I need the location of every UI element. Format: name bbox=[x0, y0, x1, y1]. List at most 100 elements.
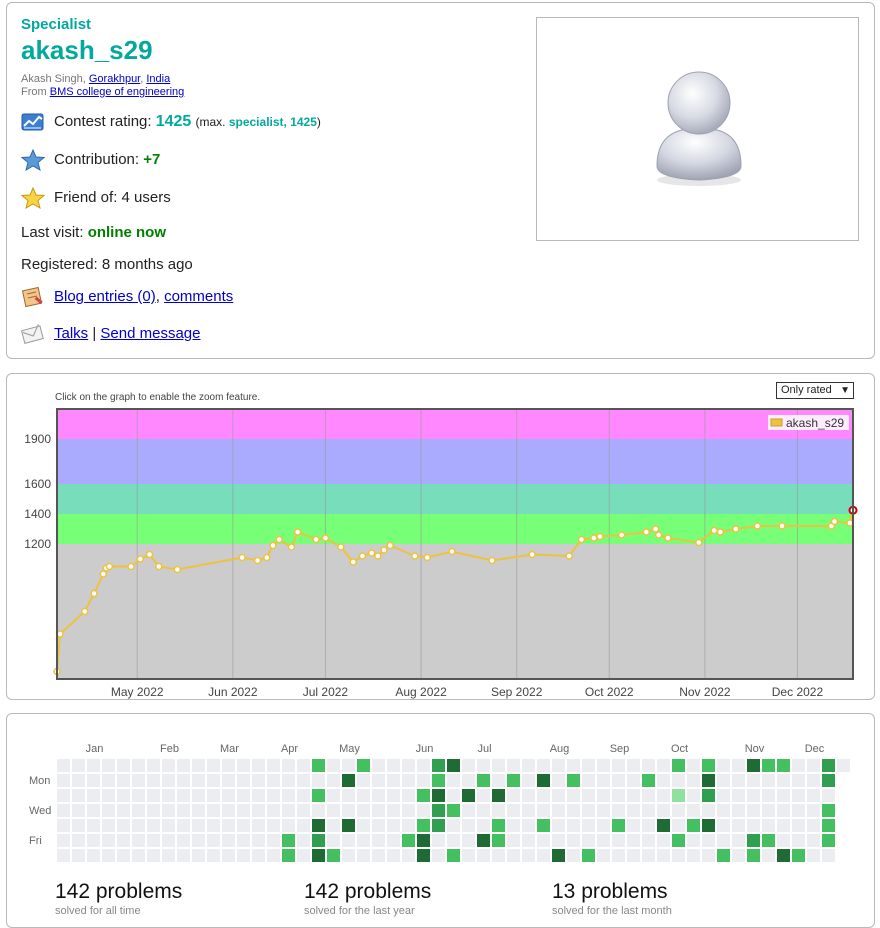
heatmap-cell bbox=[372, 759, 385, 772]
rating-point bbox=[732, 525, 740, 533]
heatmap-cell bbox=[162, 759, 175, 772]
city-link[interactable]: Gorakhpur bbox=[89, 73, 140, 85]
heatmap-cell-active bbox=[492, 789, 505, 802]
heatmap-cell bbox=[162, 774, 175, 787]
heatmap-cell bbox=[477, 849, 490, 862]
heatmap-cell bbox=[267, 774, 280, 787]
heatmap-cell-active bbox=[432, 804, 445, 817]
heatmap-cell bbox=[627, 804, 640, 817]
heatmap-cell bbox=[297, 849, 310, 862]
chart-legend: akash_s29 bbox=[768, 415, 849, 430]
rating-point bbox=[263, 553, 271, 562]
contest-rating-row: Contest rating: 1425 (max. specialist, 1… bbox=[21, 111, 321, 133]
heatmap-cell bbox=[222, 834, 235, 847]
stat-last-year-count: 142 problems bbox=[304, 880, 432, 903]
heatmap-cell bbox=[342, 759, 355, 772]
heatmap-cell bbox=[522, 789, 535, 802]
heatmap-cell bbox=[327, 804, 340, 817]
x-tick-label: Sep 2022 bbox=[491, 685, 543, 699]
heatmap-cell bbox=[687, 789, 700, 802]
heatmap-cell-active bbox=[477, 834, 490, 847]
heatmap-cell bbox=[642, 789, 655, 802]
rating-point bbox=[716, 528, 725, 536]
heatmap-cell bbox=[612, 834, 625, 847]
heatmap-cell-active bbox=[417, 849, 430, 862]
heatmap-cell bbox=[702, 804, 715, 817]
heatmap-cell bbox=[597, 789, 610, 802]
rating-band-3 bbox=[57, 439, 853, 484]
heatmap-cell bbox=[462, 834, 475, 847]
heatmap-cell bbox=[567, 804, 580, 817]
heatmap-cell bbox=[462, 849, 475, 862]
heatmap-cell bbox=[732, 834, 745, 847]
heatmap-cell bbox=[657, 759, 670, 772]
comments-link[interactable]: comments bbox=[164, 288, 233, 305]
heatmap-cell bbox=[462, 774, 475, 787]
rating-chart[interactable]: 1200 1400 1600 1900 May 2022 Jun 2022 Jul 202… bbox=[7, 374, 874, 699]
heatmap-cell bbox=[507, 849, 520, 862]
x-tick-label: Nov 2022 bbox=[679, 685, 731, 699]
rating-point bbox=[577, 535, 586, 544]
heatmap-cell bbox=[522, 774, 535, 787]
send-message-link[interactable]: Send message bbox=[100, 325, 200, 342]
heatmap-cell bbox=[717, 774, 730, 787]
blog-entries-link[interactable]: Blog entries (0) bbox=[54, 288, 156, 305]
heatmap-cell bbox=[147, 789, 160, 802]
heatmap-cell bbox=[207, 789, 220, 802]
heatmap-cell bbox=[567, 819, 580, 832]
month-label: Feb bbox=[160, 743, 179, 755]
heatmap-cell bbox=[417, 804, 430, 817]
heatmap-cell bbox=[717, 834, 730, 847]
heatmap-cell-active bbox=[327, 849, 340, 862]
rating-value: 1425 bbox=[155, 112, 192, 130]
heatmap-cell bbox=[237, 819, 250, 832]
heatmap-cell bbox=[507, 759, 520, 772]
heatmap-cell bbox=[297, 789, 310, 802]
organization-link[interactable]: BMS college of engineering bbox=[50, 86, 185, 98]
heatmap-cell bbox=[552, 759, 565, 772]
gold-star-icon bbox=[20, 186, 46, 210]
heatmap-cell bbox=[387, 849, 400, 862]
heatmap-cell bbox=[552, 789, 565, 802]
heatmap-cell bbox=[642, 819, 655, 832]
rating-point bbox=[349, 558, 357, 566]
heatmap-cell bbox=[567, 834, 580, 847]
heatmap-cell bbox=[207, 804, 220, 817]
heatmap-cell bbox=[702, 834, 715, 847]
rating-point bbox=[358, 552, 367, 560]
heatmap-cell bbox=[597, 819, 610, 832]
heatmap-cell bbox=[177, 774, 190, 787]
last-visit-label: Last visit: bbox=[21, 224, 88, 241]
heatmap-cell bbox=[612, 849, 625, 862]
heatmap-cell bbox=[597, 804, 610, 817]
heatmap-cell bbox=[747, 819, 760, 832]
heatmap-cell-active bbox=[642, 774, 655, 787]
rating-point bbox=[269, 541, 277, 550]
heatmap-cell bbox=[327, 789, 340, 802]
heatmap-cell bbox=[192, 804, 205, 817]
avatar[interactable] bbox=[536, 17, 859, 241]
heatmap-cell-active bbox=[537, 774, 550, 787]
heatmap-cell-active bbox=[432, 759, 445, 772]
heatmap-cell bbox=[162, 789, 175, 802]
heatmap-cell bbox=[597, 774, 610, 787]
talks-link[interactable]: Talks bbox=[54, 325, 88, 342]
country-link[interactable]: India bbox=[146, 73, 170, 85]
heatmap-cell bbox=[327, 759, 340, 772]
heatmap-cell bbox=[477, 819, 490, 832]
heatmap-cell bbox=[207, 759, 220, 772]
heatmap-cell bbox=[297, 819, 310, 832]
heatmap-cell bbox=[792, 819, 805, 832]
heatmap-cell-active bbox=[312, 834, 325, 847]
rating-point bbox=[664, 534, 672, 542]
rating-point bbox=[321, 534, 330, 542]
contribution-label: Contribution: bbox=[54, 150, 144, 168]
heatmap-cell bbox=[282, 819, 295, 832]
rating-point bbox=[337, 543, 345, 551]
heatmap-cell bbox=[237, 774, 250, 787]
heatmap-cell bbox=[402, 774, 415, 787]
heatmap-cell bbox=[72, 759, 85, 772]
heatmap-cell bbox=[702, 849, 715, 862]
heatmap-cell bbox=[387, 834, 400, 847]
heatmap-cell bbox=[87, 774, 100, 787]
